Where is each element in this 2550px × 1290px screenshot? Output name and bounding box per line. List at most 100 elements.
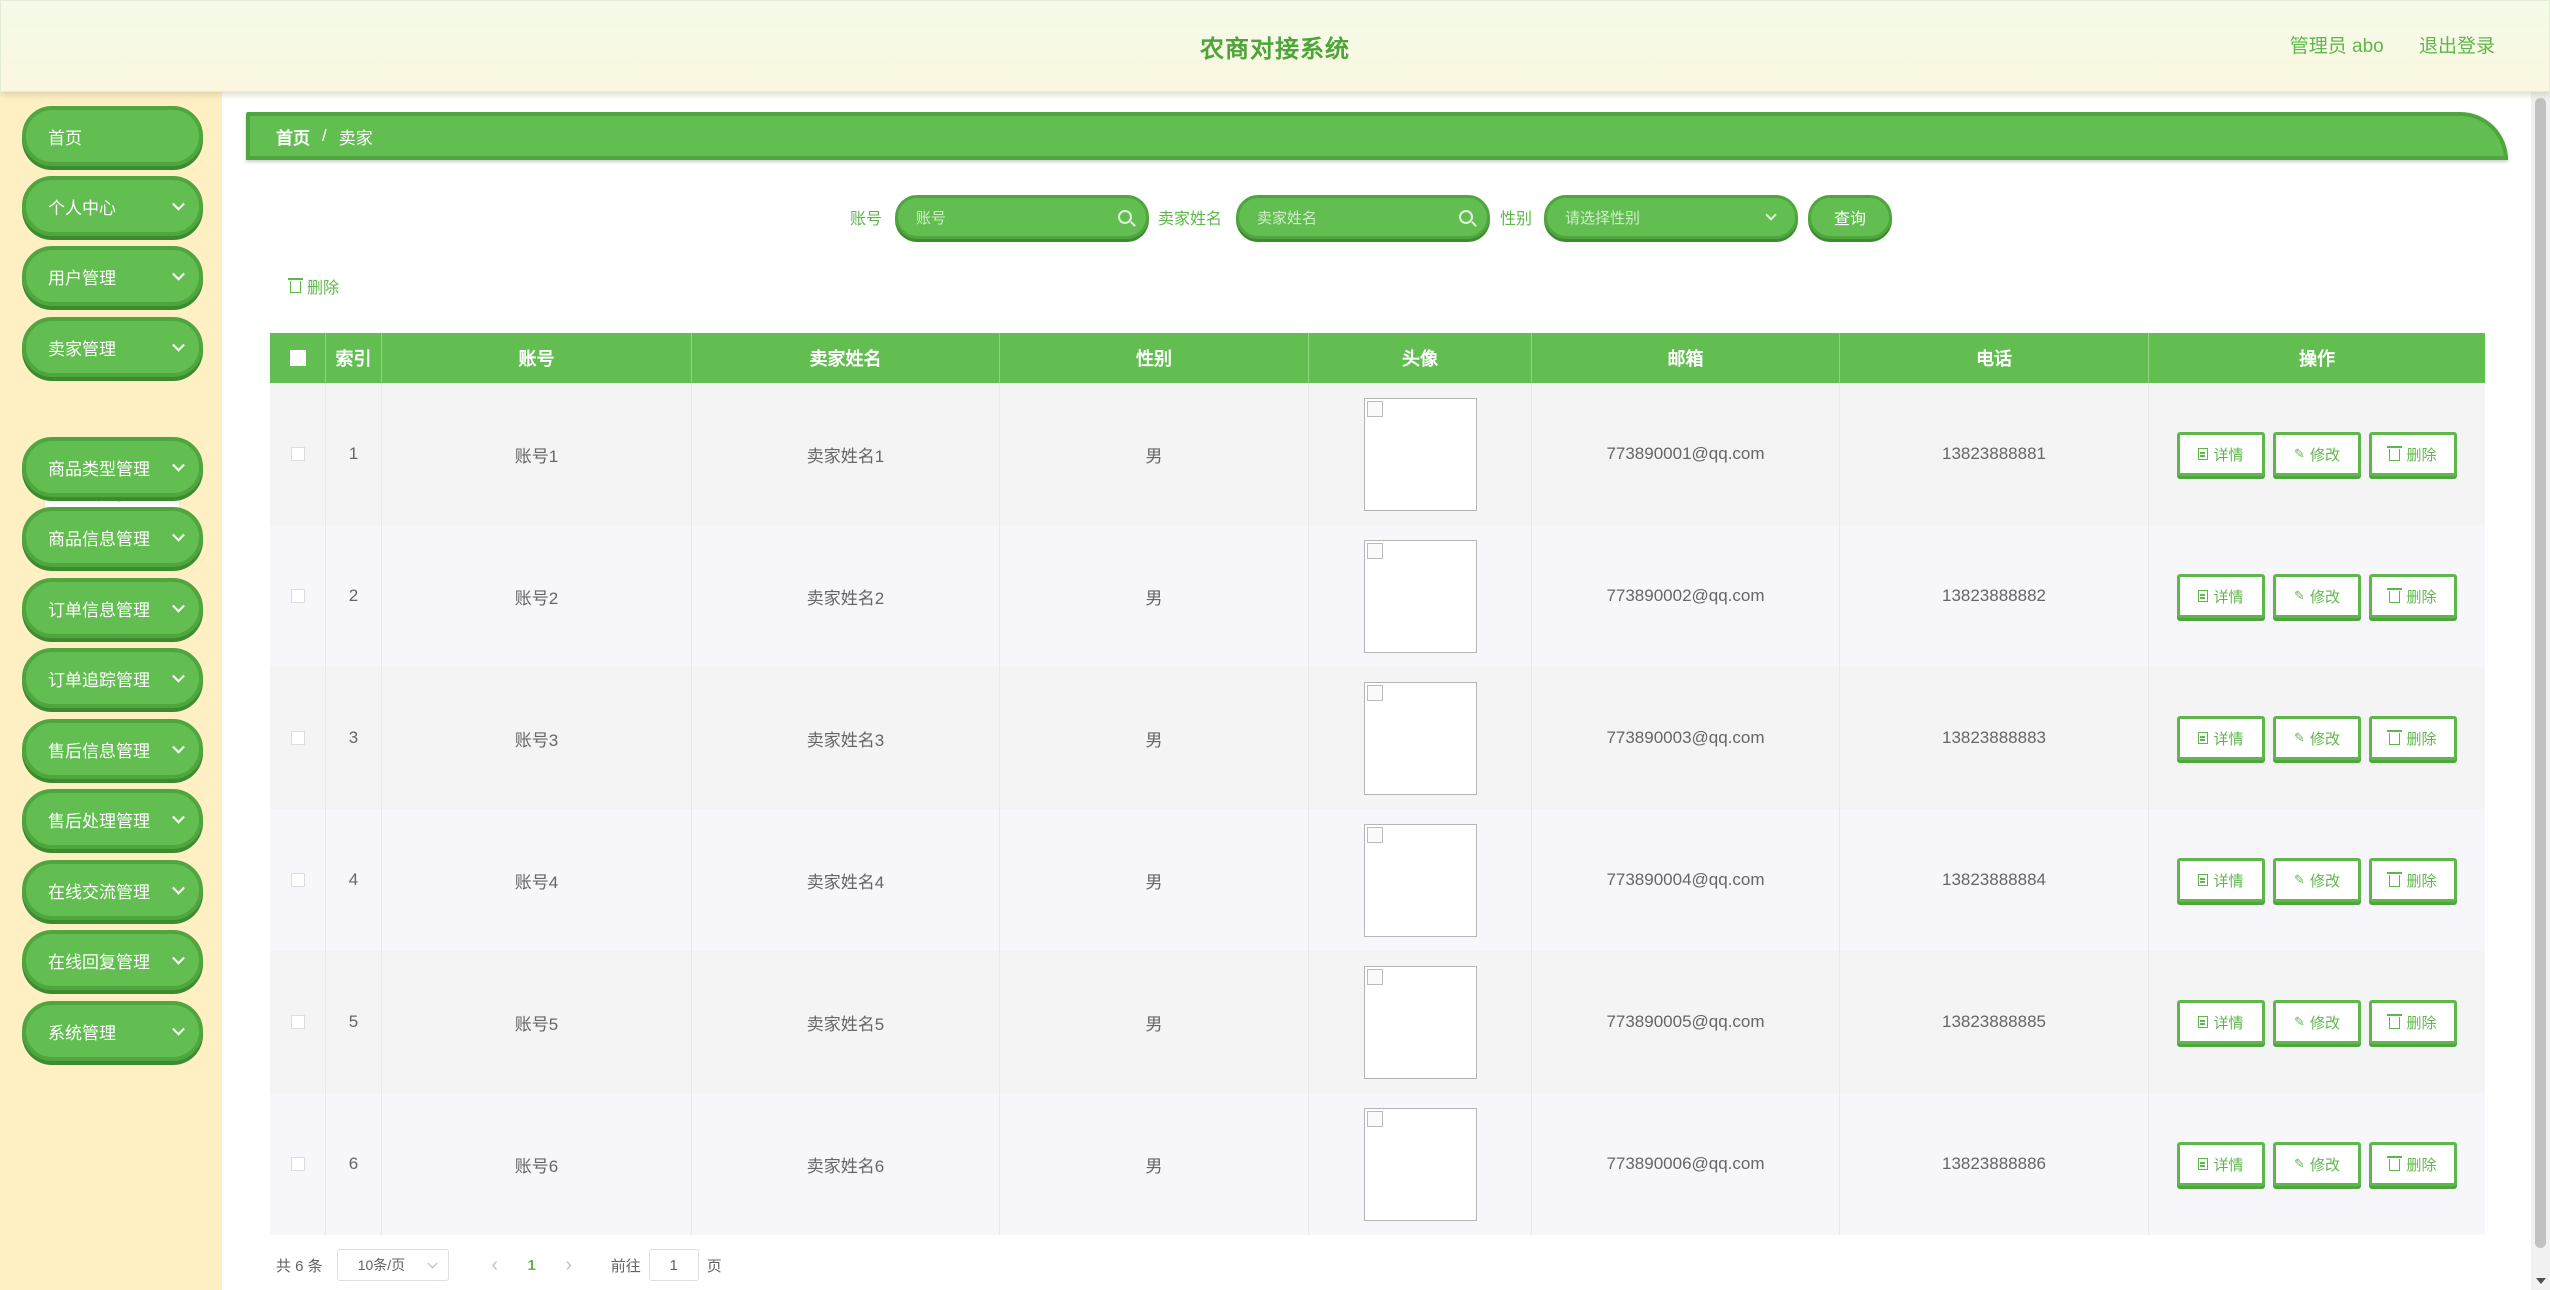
sidebar-item-personal-center[interactable]: 个人中心 <box>22 176 203 236</box>
cell-index: 5 <box>326 951 382 1093</box>
row-checkbox[interactable] <box>290 1157 305 1171</box>
detail-label: 详情 <box>2213 446 2244 464</box>
document-icon <box>2198 1158 2209 1170</box>
detail-button[interactable]: 详情 <box>2177 858 2265 902</box>
sidebar-item-label: 在线回复管理 <box>48 952 150 972</box>
chevron-down-icon <box>172 951 185 965</box>
document-icon <box>2198 874 2209 886</box>
bulk-delete-label: 删除 <box>307 280 340 297</box>
avatar <box>1363 397 1477 511</box>
row-checkbox[interactable] <box>290 1015 305 1029</box>
sidebar-item-after-sales-handling-management[interactable]: 售后处理管理 <box>22 789 203 849</box>
sidebar-item-order-info-management[interactable]: 订单信息管理 <box>22 578 203 638</box>
row-checkbox[interactable] <box>290 447 305 461</box>
row-checkbox[interactable] <box>290 873 305 887</box>
search-icon <box>1459 210 1473 224</box>
app-title: 农商对接系统 <box>1200 36 1350 63</box>
breadcrumb-home[interactable]: 首页 <box>276 124 310 149</box>
delete-button[interactable]: 删除 <box>2369 574 2457 618</box>
select-all-checkbox[interactable] <box>289 350 306 366</box>
cell-index: 1 <box>326 383 382 525</box>
cell-actions: 详情 ✎ 修改 删除 <box>2149 383 2485 525</box>
detail-button[interactable]: 详情 <box>2177 716 2265 760</box>
gender-select[interactable]: 请选择性别 <box>1544 195 1798 239</box>
sidebar-item-user-management[interactable]: 用户管理 <box>22 246 203 306</box>
table-header: 索引 账号 卖家姓名 性别 头像 邮箱 电话 操作 <box>270 333 2485 383</box>
logout-link[interactable]: 退出登录 <box>2419 36 2495 57</box>
sidebar-item-label: 订单追踪管理 <box>48 670 150 690</box>
table-row: 5 账号5 卖家姓名5 男 773890005@qq.com 13823888885 详情 ✎… <box>270 951 2485 1093</box>
detail-button[interactable]: 详情 <box>2177 1142 2265 1186</box>
row-select-cell <box>270 951 326 1093</box>
breadcrumb-current: 卖家 <box>338 128 373 148</box>
bulk-delete-button[interactable]: 删除 <box>288 274 340 298</box>
sidebar-item-order-tracking-management[interactable]: 订单追踪管理 <box>22 648 203 708</box>
trash-icon <box>2387 730 2403 745</box>
cell-index: 6 <box>326 1093 382 1235</box>
delete-button[interactable]: 删除 <box>2369 1142 2457 1186</box>
sidebar-item-label: 首页 <box>48 128 82 148</box>
page-number-current[interactable]: 1 <box>511 1257 553 1274</box>
delete-button[interactable]: 删除 <box>2369 432 2457 476</box>
edit-button[interactable]: ✎ 修改 <box>2273 858 2361 902</box>
row-select-cell <box>270 809 326 951</box>
prev-page-icon[interactable]: ‹ <box>479 1254 511 1277</box>
scroll-down-arrow-icon[interactable] <box>2536 1278 2546 1284</box>
seller-name-placeholder: 卖家姓名 <box>1257 209 1318 227</box>
row-select-cell <box>270 1093 326 1235</box>
header-account: 账号 <box>382 333 692 383</box>
chevron-down-icon <box>172 197 185 211</box>
detail-button[interactable]: 详情 <box>2177 432 2265 476</box>
cell-actions: 详情 ✎ 修改 删除 <box>2149 525 2485 667</box>
sidebar-item-product-type-management[interactable]: 商品类型管理 <box>22 437 203 497</box>
edit-button[interactable]: ✎ 修改 <box>2273 716 2361 760</box>
sidebar-item-label: 在线交流管理 <box>48 882 150 902</box>
sidebar-item-seller-management[interactable]: 卖家管理 <box>22 317 203 377</box>
delete-button[interactable]: 删除 <box>2369 716 2457 760</box>
sidebar-item-online-chat-management[interactable]: 在线交流管理 <box>22 860 203 920</box>
cell-email: 773890004@qq.com <box>1532 809 1840 951</box>
delete-button[interactable]: 删除 <box>2369 1000 2457 1044</box>
vertical-scrollbar[interactable] <box>2531 92 2550 1290</box>
page-size-select[interactable]: 10条/页 <box>336 1249 449 1281</box>
edit-button[interactable]: ✎ 修改 <box>2273 1142 2361 1186</box>
cell-seller-name: 卖家姓名5 <box>692 951 1000 1093</box>
table-row: 1 账号1 卖家姓名1 男 773890001@qq.com 13823888881 详情 ✎… <box>270 383 2485 525</box>
chevron-down-icon <box>172 810 185 824</box>
row-checkbox[interactable] <box>290 589 305 603</box>
sidebar-item-product-info-management[interactable]: 商品信息管理 <box>22 507 203 567</box>
edit-button[interactable]: ✎ 修改 <box>2273 432 2361 476</box>
sidebar-item-system-management[interactable]: 系统管理 <box>22 1001 203 1061</box>
sidebar-item-after-sales-info-management[interactable]: 售后信息管理 <box>22 719 203 779</box>
cell-avatar <box>1309 809 1532 951</box>
delete-label: 删除 <box>2406 872 2437 890</box>
scrollbar-thumb[interactable] <box>2535 98 2546 1248</box>
header-actions: 操作 <box>2299 349 2335 369</box>
edit-button[interactable]: ✎ 修改 <box>2273 1000 2361 1044</box>
sidebar-item-home[interactable]: 首页 <box>22 106 203 166</box>
pencil-icon: ✎ <box>2294 872 2305 887</box>
broken-image-icon <box>1366 684 1383 701</box>
broken-image-icon <box>1366 542 1383 559</box>
detail-button[interactable]: 详情 <box>2177 574 2265 618</box>
row-checkbox[interactable] <box>290 731 305 745</box>
query-button[interactable]: 查询 <box>1808 195 1892 239</box>
detail-button[interactable]: 详情 <box>2177 1000 2265 1044</box>
pencil-icon: ✎ <box>2294 1156 2305 1171</box>
cell-phone: 13823888882 <box>1840 525 2149 667</box>
trash-icon <box>2387 872 2403 887</box>
edit-button[interactable]: ✎ 修改 <box>2273 574 2361 618</box>
trash-icon <box>288 278 303 293</box>
pencil-icon: ✎ <box>2294 1014 2305 1029</box>
goto-page-input[interactable]: 1 <box>648 1249 699 1281</box>
delete-button[interactable]: 删除 <box>2369 858 2457 902</box>
pencil-icon: ✎ <box>2294 446 2305 461</box>
cell-avatar <box>1309 383 1532 525</box>
next-page-icon[interactable]: › <box>553 1254 585 1277</box>
gender-placeholder: 请选择性别 <box>1565 209 1641 227</box>
cell-index: 3 <box>326 667 382 809</box>
user-area: 管理员 abo 退出登录 <box>2290 31 2495 58</box>
sidebar-item-online-reply-management[interactable]: 在线回复管理 <box>22 930 203 990</box>
account-search-input[interactable]: 账号 <box>895 195 1149 239</box>
seller-name-search-input[interactable]: 卖家姓名 <box>1236 195 1490 239</box>
